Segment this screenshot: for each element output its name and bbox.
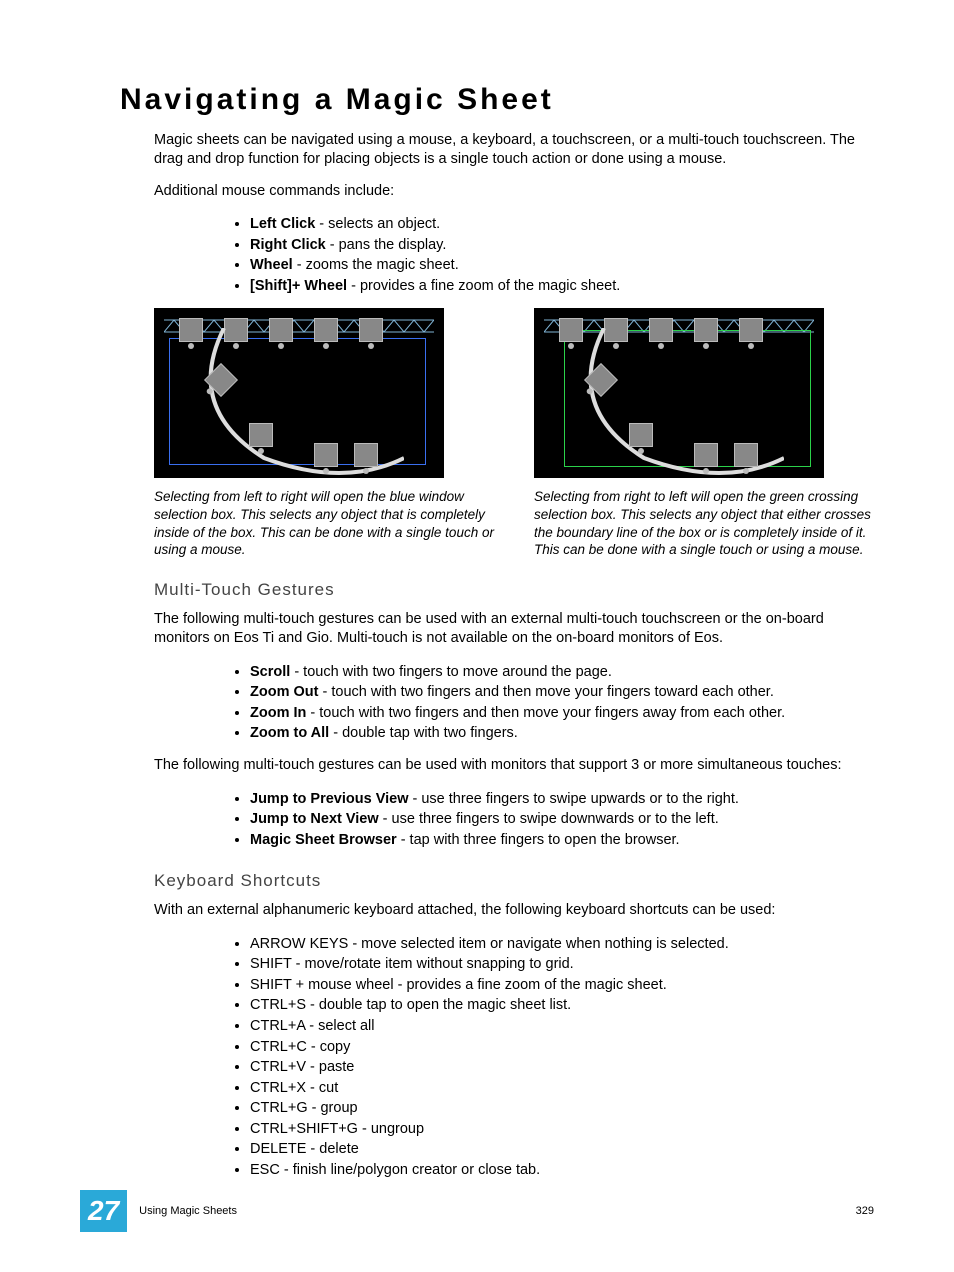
fixture-icon [179, 318, 203, 342]
list-item-bold: Right Click [250, 237, 326, 253]
list-item: SHIFT - move/rotate item without snappin… [250, 955, 874, 975]
diagram-green-selection [534, 308, 824, 478]
screenshot-left-col: Selecting from left to right will open t… [154, 308, 494, 558]
keyboard-block: With an external alphanumeric keyboard a… [154, 901, 874, 921]
list-item-text: CTRL+SHIFT+G - ungroup [250, 1121, 424, 1137]
list-item: Zoom Out - touch with two fingers and th… [250, 683, 874, 703]
list-item-text: - touch with two fingers and then move y… [306, 705, 785, 721]
list-item-text: SHIFT + mouse wheel - provides a fine zo… [250, 977, 667, 993]
section-name: Using Magic Sheets [139, 1204, 237, 1219]
keyboard-paragraph: With an external alphanumeric keyboard a… [154, 901, 874, 921]
list-item: [Shift]+ Wheel - provides a fine zoom of… [250, 277, 874, 297]
caption-right: Selecting from right to left will open t… [534, 488, 874, 558]
fixture-icon [314, 443, 338, 467]
list-item: Jump to Next View - use three fingers to… [250, 810, 874, 830]
multitouch-list-1: Scroll - touch with two fingers to move … [120, 663, 874, 744]
chapter-number: 27 [80, 1190, 127, 1232]
list-item-bold: Magic Sheet Browser [250, 832, 397, 848]
list-item-text: CTRL+G - group [250, 1100, 358, 1116]
multi-paragraph-2: The following multi-touch gestures can b… [154, 756, 874, 776]
page-number: 329 [856, 1204, 874, 1219]
fixture-icon [249, 423, 273, 447]
screenshot-row: Selecting from left to right will open t… [154, 308, 874, 558]
list-item: Zoom to All - double tap with two finger… [250, 724, 874, 744]
fixture-icon [629, 423, 653, 447]
list-item-bold: Zoom In [250, 705, 306, 721]
multitouch-block-2: The following multi-touch gestures can b… [154, 756, 874, 776]
list-item-text: - use three fingers to swipe downwards o… [379, 811, 719, 827]
list-item: Right Click - pans the display. [250, 236, 874, 256]
list-item-text: - selects an object. [315, 216, 440, 232]
list-item-text: ARROW KEYS - move selected item or navig… [250, 936, 729, 952]
list-item-text: - pans the display. [326, 237, 447, 253]
list-item: CTRL+A - select all [250, 1017, 874, 1037]
fixture-icon [559, 318, 583, 342]
list-item-bold: [Shift]+ Wheel [250, 278, 347, 294]
list-item-text: CTRL+S - double tap to open the magic sh… [250, 997, 571, 1013]
caption-left: Selecting from left to right will open t… [154, 488, 494, 558]
list-item-bold: Zoom Out [250, 684, 318, 700]
list-item: DELETE - delete [250, 1140, 874, 1160]
multi-paragraph-1: The following multi-touch gestures can b… [154, 610, 874, 649]
list-item: Wheel - zooms the magic sheet. [250, 256, 874, 276]
page-title: Navigating a Magic Sheet [120, 80, 874, 121]
list-item-text: - zooms the magic sheet. [293, 257, 459, 273]
keyboard-list: ARROW KEYS - move selected item or navig… [120, 935, 874, 1181]
list-item-text: - touch with two fingers to move around … [290, 664, 612, 680]
multitouch-list-2: Jump to Previous View - use three finger… [120, 790, 874, 851]
fixture-icon [354, 443, 378, 467]
list-item: ESC - finish line/polygon creator or clo… [250, 1161, 874, 1181]
additional-paragraph: Additional mouse commands include: [154, 182, 874, 202]
list-item: CTRL+SHIFT+G - ungroup [250, 1120, 874, 1140]
list-item-bold: Jump to Previous View [250, 791, 408, 807]
list-item: CTRL+V - paste [250, 1058, 874, 1078]
list-item-text: - provides a fine zoom of the magic shee… [347, 278, 620, 294]
list-item: CTRL+G - group [250, 1099, 874, 1119]
list-item-text: CTRL+V - paste [250, 1059, 354, 1075]
list-item: Magic Sheet Browser - tap with three fin… [250, 831, 874, 851]
list-item-text: ESC - finish line/polygon creator or clo… [250, 1162, 540, 1178]
list-item: CTRL+C - copy [250, 1038, 874, 1058]
list-item: CTRL+S - double tap to open the magic sh… [250, 996, 874, 1016]
list-item-bold: Left Click [250, 216, 315, 232]
list-item-bold: Jump to Next View [250, 811, 379, 827]
list-item: Scroll - touch with two fingers to move … [250, 663, 874, 683]
heading-multitouch: Multi-Touch Gestures [154, 579, 874, 602]
list-item-text: CTRL+C - copy [250, 1039, 350, 1055]
list-item-text: - use three fingers to swipe upwards or … [408, 791, 738, 807]
fixture-icon [734, 443, 758, 467]
list-item-text: CTRL+A - select all [250, 1018, 375, 1034]
heading-keyboard: Keyboard Shortcuts [154, 870, 874, 893]
list-item-text: CTRL+X - cut [250, 1080, 338, 1096]
mouse-commands-list: Left Click - selects an object.Right Cli… [120, 215, 874, 296]
fixture-icon [694, 443, 718, 467]
list-item: Left Click - selects an object. [250, 215, 874, 235]
list-item-text: - touch with two fingers and then move y… [318, 684, 773, 700]
multitouch-block: The following multi-touch gestures can b… [154, 610, 874, 649]
list-item-text: SHIFT - move/rotate item without snappin… [250, 956, 574, 972]
page: Navigating a Magic Sheet Magic sheets ca… [0, 0, 954, 1272]
list-item-bold: Scroll [250, 664, 290, 680]
intro-paragraph: Magic sheets can be navigated using a mo… [154, 131, 874, 170]
list-item-text: - tap with three fingers to open the bro… [397, 832, 680, 848]
screenshot-right-col: Selecting from right to left will open t… [534, 308, 874, 558]
list-item: CTRL+X - cut [250, 1079, 874, 1099]
list-item-bold: Zoom to All [250, 725, 329, 741]
footer-left: 27 Using Magic Sheets [80, 1190, 237, 1232]
list-item: SHIFT + mouse wheel - provides a fine zo… [250, 976, 874, 996]
list-item: ARROW KEYS - move selected item or navig… [250, 935, 874, 955]
list-item-text: - double tap with two fingers. [329, 725, 518, 741]
list-item-bold: Wheel [250, 257, 293, 273]
list-item: Jump to Previous View - use three finger… [250, 790, 874, 810]
list-item-text: DELETE - delete [250, 1141, 359, 1157]
list-item: Zoom In - touch with two fingers and the… [250, 704, 874, 724]
diagram-blue-selection [154, 308, 444, 478]
page-footer: 27 Using Magic Sheets 329 [80, 1190, 874, 1232]
intro-block: Magic sheets can be navigated using a mo… [154, 131, 874, 202]
